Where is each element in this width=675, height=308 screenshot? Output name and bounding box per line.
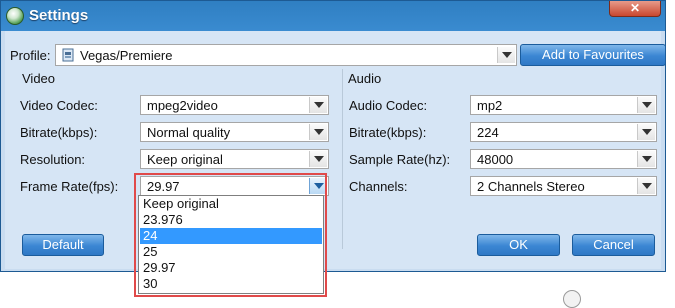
channels-value: 2 Channels Stereo	[477, 179, 585, 194]
video-codec-value: mpeg2video	[147, 98, 218, 113]
video-section-label: Video	[22, 71, 56, 86]
chevron-down-icon[interactable]	[637, 124, 655, 140]
frame-rate-dropdown-list[interactable]: Keep original 23.976 24 25 29.97 30	[138, 195, 324, 294]
audio-codec-select[interactable]: mp2	[470, 95, 657, 115]
video-codec-label: Video Codec:	[20, 98, 98, 113]
video-codec-select[interactable]: mpeg2video	[140, 95, 329, 115]
frame-rate-option[interactable]: 25	[140, 244, 322, 260]
frame-rate-option[interactable]: 23.976	[140, 212, 322, 228]
chevron-down-icon[interactable]	[309, 151, 327, 167]
video-bitrate-label: Bitrate(kbps):	[20, 125, 98, 140]
background-circle-icon	[563, 290, 581, 308]
channels-select[interactable]: 2 Channels Stereo	[470, 176, 657, 196]
profile-select[interactable]: Vegas/Premiere	[55, 44, 517, 66]
app-logo-icon	[6, 7, 24, 25]
window-title: Settings	[29, 7, 89, 24]
settings-window: Settings ✕ Profile: Vegas/Premiere Add t…	[0, 0, 666, 272]
close-button[interactable]: ✕	[609, 1, 661, 17]
video-bitrate-value: Normal quality	[147, 125, 231, 140]
section-divider	[342, 69, 343, 249]
title-bar[interactable]: Settings ✕	[1, 1, 667, 31]
frame-rate-option[interactable]: 30	[140, 276, 322, 292]
audio-bitrate-value: 224	[477, 125, 499, 140]
default-button[interactable]: Default	[22, 234, 104, 256]
add-to-favourites-button[interactable]: Add to Favourites	[520, 44, 666, 66]
resolution-select[interactable]: Keep original	[140, 149, 329, 169]
sample-rate-value: 48000	[477, 152, 514, 167]
chevron-down-icon[interactable]	[309, 97, 327, 113]
chevron-down-icon[interactable]	[637, 178, 655, 194]
resolution-label: Resolution:	[20, 152, 86, 167]
video-clip-icon	[61, 48, 75, 62]
frame-rate-option[interactable]: Keep original	[140, 196, 322, 212]
frame-rate-option-selected[interactable]: 24	[140, 228, 322, 244]
audio-bitrate-select[interactable]: 224	[470, 122, 657, 142]
frame-rate-label: Frame Rate(fps):	[20, 179, 119, 194]
settings-panel: Profile: Vegas/Premiere Add to Favourite…	[5, 31, 666, 269]
profile-value: Vegas/Premiere	[80, 48, 173, 63]
chevron-down-icon[interactable]	[309, 124, 327, 140]
ok-button[interactable]: OK	[477, 234, 560, 256]
profile-label: Profile:	[10, 48, 51, 63]
chevron-down-icon[interactable]	[497, 47, 515, 63]
sample-rate-select[interactable]: 48000	[470, 149, 657, 169]
cancel-button[interactable]: Cancel	[572, 234, 655, 256]
chevron-down-icon[interactable]	[637, 151, 655, 167]
audio-codec-label: Audio Codec:	[349, 98, 428, 113]
audio-codec-value: mp2	[477, 98, 503, 113]
resolution-value: Keep original	[147, 152, 223, 167]
frame-rate-option[interactable]: 29.97	[140, 260, 322, 276]
audio-section-label: Audio	[348, 71, 382, 86]
sample-rate-label: Sample Rate(hz):	[349, 152, 451, 167]
audio-bitrate-label: Bitrate(kbps):	[349, 125, 427, 140]
chevron-down-icon[interactable]	[637, 97, 655, 113]
channels-label: Channels:	[349, 179, 408, 194]
video-bitrate-select[interactable]: Normal quality	[140, 122, 329, 142]
